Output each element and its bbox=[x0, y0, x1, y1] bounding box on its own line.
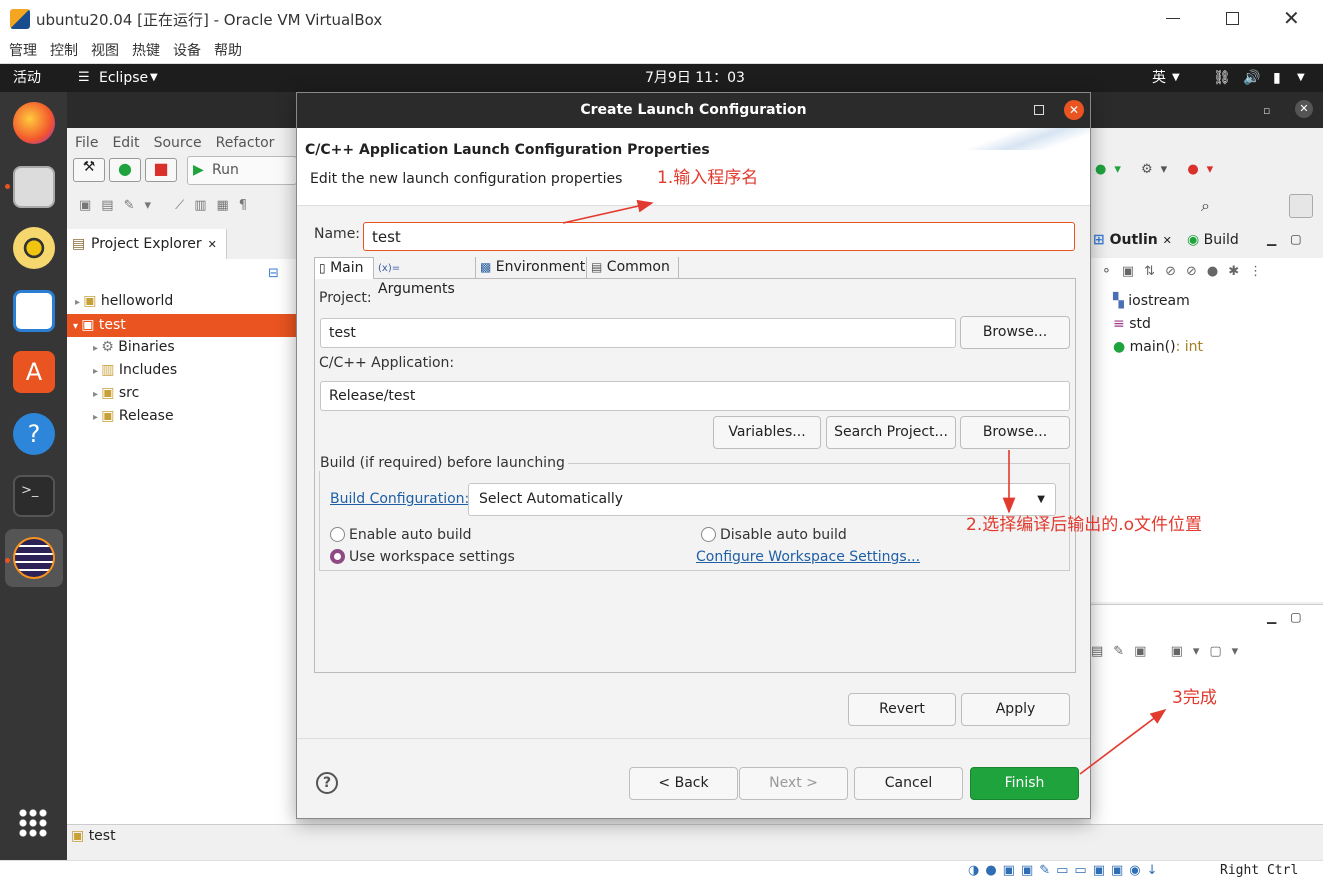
annotation-arrows bbox=[562, 199, 1167, 775]
annotation-arrow-1 bbox=[562, 199, 654, 224]
annotation-1: 1.输入程序名 bbox=[657, 168, 759, 188]
annotation-arrow-3 bbox=[1079, 709, 1167, 775]
annotation-2: 2.选择编译后输出的.o文件位置 bbox=[966, 515, 1203, 535]
annotation-3: 3完成 bbox=[1172, 688, 1217, 708]
